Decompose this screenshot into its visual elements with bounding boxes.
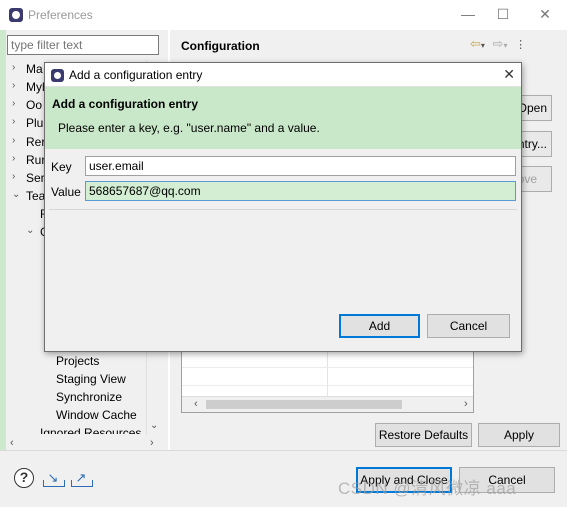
dialog-titlebar: Add a configuration entry ✕ — [45, 63, 521, 87]
tree-item-window-cache[interactable]: Window Cache — [56, 408, 137, 422]
dialog-window-title: Add a configuration entry — [69, 68, 203, 82]
eclipse-app-icon — [51, 69, 64, 82]
tree-item-staging-view[interactable]: Staging View — [56, 372, 126, 386]
scroll-left-icon[interactable]: ‹ — [10, 437, 14, 449]
value-label: Value — [51, 185, 81, 199]
restore-defaults-button[interactable]: Restore Defaults — [375, 423, 472, 447]
history-navigation: ⇦▾ ⇨▾ ⋮ — [470, 36, 526, 52]
watermark: CSDN @清风微凉 aaa — [338, 479, 517, 498]
add-button[interactable]: Add — [339, 314, 420, 338]
table-row — [182, 367, 473, 368]
dialog-cancel-button[interactable]: Cancel — [427, 314, 510, 338]
forward-icon[interactable]: ⇨ — [493, 36, 504, 51]
eclipse-app-icon — [9, 8, 23, 22]
window-titlebar: Preferences — ☐ ✕ — [0, 0, 567, 30]
view-menu-icon[interactable]: ⋮ — [515, 39, 526, 51]
close-window-button[interactable]: ✕ — [530, 4, 560, 24]
forward-dropdown-icon[interactable]: ▾ — [503, 41, 507, 50]
filter-input[interactable] — [7, 35, 159, 55]
back-icon[interactable]: ⇦ — [470, 36, 481, 51]
value-field[interactable] — [85, 181, 516, 201]
add-configuration-entry-dialog: Add a configuration entry ✕ Add a config… — [44, 62, 522, 352]
apply-button[interactable]: Apply — [478, 423, 560, 447]
scroll-left-icon[interactable]: ‹ — [194, 398, 198, 410]
dialog-description: Please enter a key, e.g. "user.name" and… — [58, 121, 320, 135]
scroll-right-icon[interactable]: › — [150, 437, 154, 449]
scroll-down-icon[interactable]: ⌄ — [150, 420, 158, 431]
scroll-right-icon[interactable]: › — [464, 398, 468, 410]
page-title: Configuration — [181, 39, 260, 53]
dialog-banner: Add a configuration entry Please enter a… — [45, 87, 521, 149]
window-title: Preferences — [28, 8, 93, 22]
back-dropdown-icon[interactable]: ▾ — [481, 41, 485, 50]
minimize-button[interactable]: — — [453, 4, 483, 24]
table-row — [182, 385, 473, 386]
scroll-thumb[interactable] — [206, 400, 402, 409]
tree-item-synchronize[interactable]: Synchronize — [56, 390, 122, 404]
export-icon[interactable]: ↗ — [70, 469, 93, 487]
import-icon[interactable]: ↘ — [42, 469, 65, 487]
table-horizontal-scrollbar[interactable]: ‹ › — [182, 396, 473, 412]
panel-edge — [0, 30, 6, 450]
dialog-separator — [49, 209, 517, 210]
dialog-heading: Add a configuration entry — [52, 97, 199, 111]
tree-item-projects[interactable]: Projects — [56, 354, 99, 368]
dialog-close-icon[interactable]: ✕ — [503, 66, 515, 83]
help-icon[interactable]: ? — [14, 468, 34, 488]
key-field[interactable] — [85, 156, 516, 176]
key-label: Key — [51, 160, 72, 174]
maximize-button[interactable]: ☐ — [488, 4, 518, 24]
